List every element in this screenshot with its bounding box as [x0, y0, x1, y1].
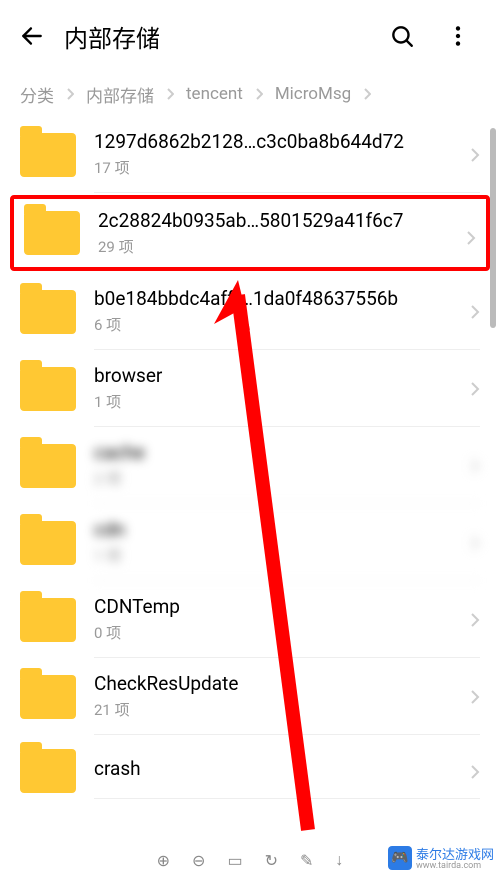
chevron-right-icon: [66, 88, 74, 100]
folder-icon: [20, 598, 76, 642]
chevron-right-icon: [470, 689, 480, 709]
folder-icon: [20, 444, 76, 488]
breadcrumb: 分类 内部存储 tencent MicroMsg: [0, 72, 500, 116]
folder-meta: 1 项: [94, 391, 450, 412]
chevron-right-icon: [470, 764, 480, 784]
folder-row[interactable]: b0e184bbdc4afff…1da0f48637556b 6 项: [0, 273, 500, 350]
folder-row[interactable]: crash: [0, 735, 500, 807]
folder-row[interactable]: 2c28824b0935ab…5801529a41f6c7 29 项: [10, 195, 490, 271]
folder-name: cache: [94, 441, 450, 464]
back-button[interactable]: [12, 16, 52, 56]
folder-icon: [24, 211, 80, 255]
folder-icon: [20, 290, 76, 334]
scrollbar[interactable]: [490, 128, 496, 328]
tool-icon[interactable]: ↓: [335, 850, 343, 870]
folder-icon: [20, 749, 76, 793]
folder-name: CDNTemp: [94, 595, 450, 618]
more-button[interactable]: [440, 18, 476, 54]
chevron-right-icon: [470, 304, 480, 324]
folder-list: 1297d6862b2128…c3c0ba8b644d72 17 项 2c28824…: [0, 116, 500, 845]
folder-name: crash: [94, 757, 450, 780]
folder-meta: 21 项: [94, 699, 450, 720]
folder-name: 1297d6862b2128…c3c0ba8b644d72: [94, 130, 450, 153]
chevron-right-icon: [466, 230, 476, 250]
folder-row[interactable]: 1297d6862b2128…c3c0ba8b644d72 17 项: [0, 116, 500, 193]
chevron-right-icon: [363, 88, 371, 100]
chevron-right-icon: [470, 381, 480, 401]
page-title: 内部存储: [64, 19, 384, 54]
watermark: 🎮 泰尔达游戏网 www.tairda.com: [386, 842, 496, 873]
chevron-right-icon: [470, 535, 480, 555]
folder-name: browser: [94, 364, 450, 387]
chevron-right-icon: [470, 458, 480, 478]
folder-meta: 2 项: [94, 468, 450, 489]
back-arrow-icon: [19, 23, 45, 49]
folder-meta: 0 项: [94, 622, 450, 643]
folder-row[interactable]: cache 2 项: [0, 427, 500, 504]
folder-name: cdn: [94, 518, 450, 541]
folder-meta: 17 项: [94, 157, 450, 178]
folder-meta: 6 项: [94, 314, 450, 335]
tool-icon[interactable]: ⊖: [192, 851, 205, 870]
folder-row[interactable]: CheckResUpdate 21 项: [0, 658, 500, 735]
breadcrumb-item[interactable]: MicroMsg: [275, 84, 351, 104]
folder-meta: 1 项: [94, 545, 450, 566]
bottom-toolbar: ⊕ ⊖ ▭ ↻ ✎ ↓: [100, 845, 400, 875]
search-button[interactable]: [384, 18, 420, 54]
folder-name: b0e184bbdc4afff…1da0f48637556b: [94, 287, 450, 310]
folder-meta: 29 项: [98, 236, 446, 257]
folder-row[interactable]: browser 1 项: [0, 350, 500, 427]
chevron-right-icon: [166, 88, 174, 100]
breadcrumb-item[interactable]: tencent: [186, 84, 243, 104]
folder-name: CheckResUpdate: [94, 672, 450, 695]
tool-icon[interactable]: ✎: [300, 851, 313, 870]
chevron-right-icon: [255, 88, 263, 100]
chevron-right-icon: [470, 612, 480, 632]
folder-icon: [20, 675, 76, 719]
breadcrumb-item[interactable]: 内部存储: [86, 82, 154, 107]
folder-name: 2c28824b0935ab…5801529a41f6c7: [98, 209, 446, 232]
folder-icon: [20, 367, 76, 411]
tool-icon[interactable]: ▭: [227, 851, 242, 870]
search-icon: [389, 23, 415, 49]
folder-row[interactable]: cdn 1 项: [0, 504, 500, 581]
tool-icon[interactable]: ↻: [265, 851, 278, 870]
more-vertical-icon: [445, 23, 471, 49]
chevron-right-icon: [470, 147, 480, 167]
breadcrumb-item[interactable]: 分类: [20, 82, 54, 107]
watermark-logo-icon: 🎮: [388, 846, 412, 870]
tool-icon[interactable]: ⊕: [157, 851, 170, 870]
folder-icon: [20, 133, 76, 177]
folder-icon: [20, 521, 76, 565]
folder-row[interactable]: CDNTemp 0 项: [0, 581, 500, 658]
